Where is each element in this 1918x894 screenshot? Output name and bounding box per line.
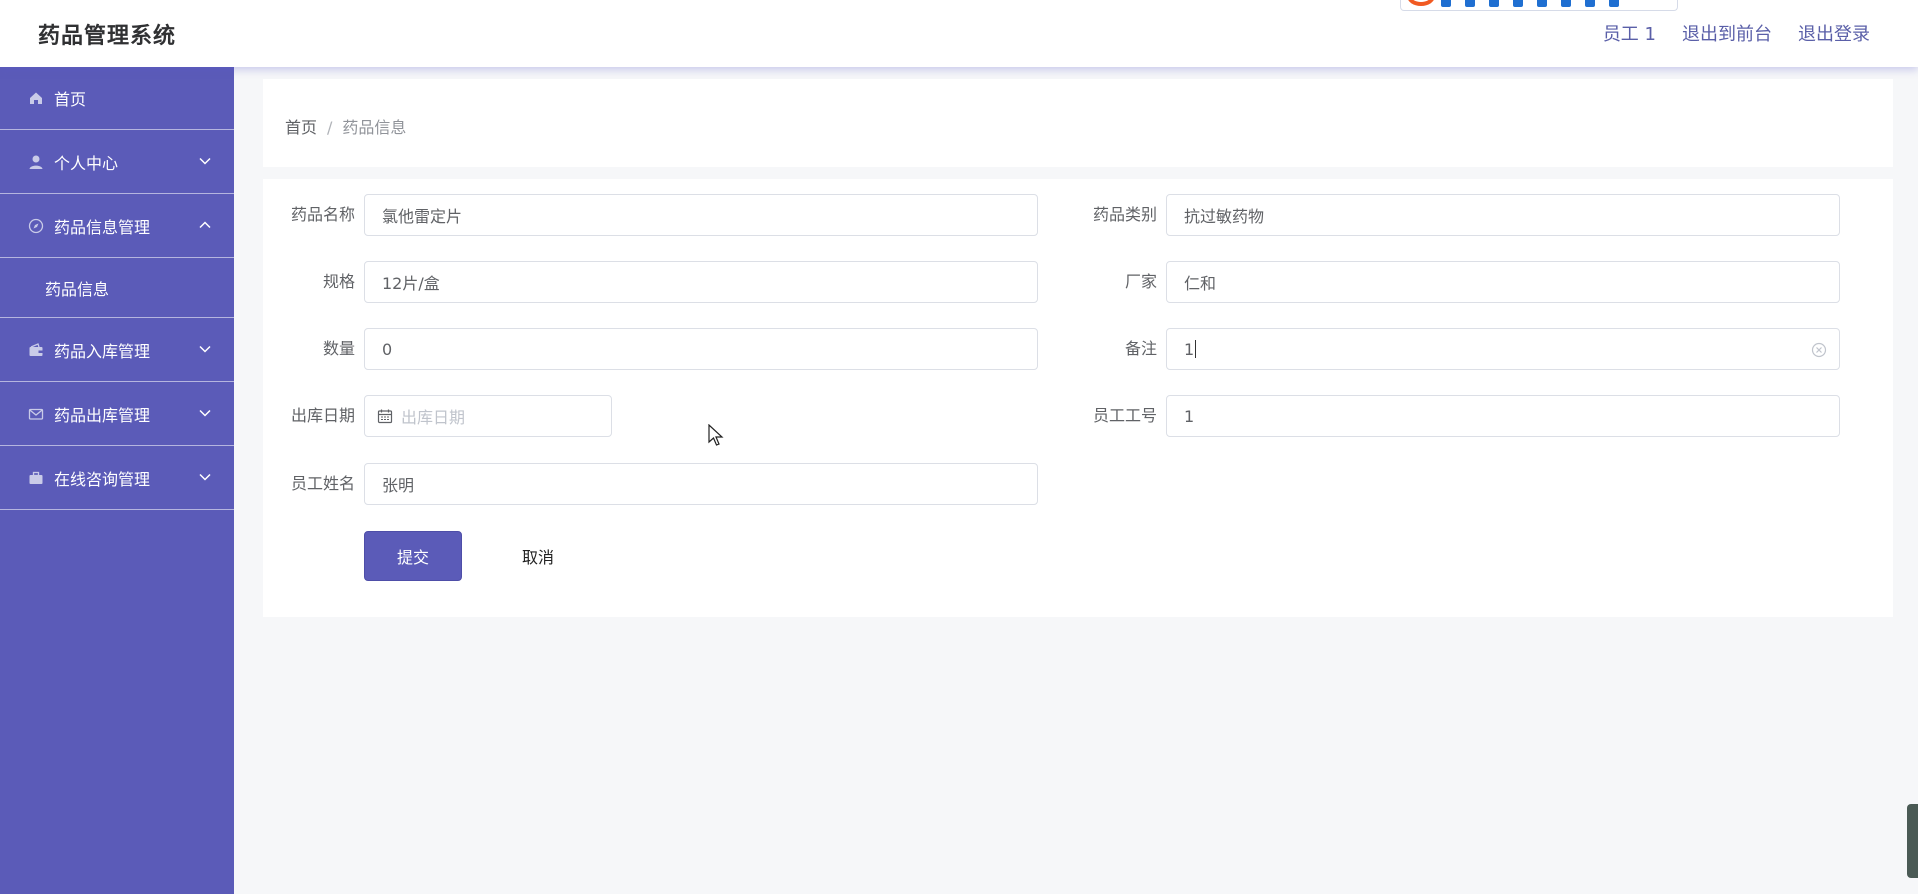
extension-tool-icon[interactable] (1585, 0, 1595, 7)
employee-name-input[interactable]: 张明 (364, 463, 1038, 505)
mail-icon (28, 406, 44, 422)
sidebar-item-drug-info-management[interactable]: 药品信息管理 (0, 194, 234, 258)
drug-name-label: 药品名称 (290, 205, 355, 224)
extension-tool-icon[interactable] (1609, 0, 1619, 7)
submit-button[interactable]: 提交 (364, 531, 462, 581)
sidebar-item-drug-outbound-management[interactable]: 药品出库管理 (0, 382, 234, 446)
calendar-icon (377, 409, 393, 424)
sidebar-item-label: 药品信息管理 (54, 217, 151, 237)
compass-icon (28, 218, 44, 234)
user-icon (28, 154, 44, 170)
drug-category-input[interactable]: 抗过敏药物 (1166, 194, 1840, 236)
extension-tool-icon[interactable] (1513, 0, 1523, 7)
app-title: 药品管理系统 (38, 24, 177, 49)
quantity-value: 0 (382, 339, 393, 359)
employee-name-value: 张明 (382, 476, 415, 495)
breadcrumb-separator: / (327, 118, 333, 137)
spec-label: 规格 (322, 272, 355, 291)
chevron-up-icon (199, 221, 211, 229)
spec-input[interactable]: 12片/盒 (364, 261, 1038, 303)
header-links: 员工 1 退出到前台 退出登录 (1603, 20, 1870, 46)
text-caret (1195, 340, 1197, 358)
employee-no-input[interactable]: 1 (1166, 395, 1840, 437)
sidebar-item-label: 个人中心 (54, 153, 119, 173)
extension-tool-icon[interactable] (1465, 0, 1475, 7)
outbound-date-label: 出库日期 (290, 406, 355, 425)
briefcase-icon (28, 470, 44, 486)
remark-value: 1 (1184, 339, 1195, 359)
sidebar-item-label: 首页 (54, 90, 87, 109)
user-label[interactable]: 员工 1 (1603, 20, 1656, 46)
spec-value: 12片/盒 (382, 274, 440, 293)
remark-label: 备注 (1124, 339, 1157, 358)
sidebar-item-home[interactable]: 首页 (0, 67, 234, 130)
breadcrumb: 首页 / 药品信息 (285, 114, 406, 138)
breadcrumb-home-link[interactable]: 首页 (285, 118, 317, 137)
floating-side-widget[interactable] (1907, 804, 1918, 878)
extension-logo-icon[interactable] (1407, 0, 1435, 6)
drug-form: 药品名称 氯他雷定片 药品类别 抗过敏药物 规格 12片/盒 厂家 仁和 数量 … (263, 179, 1893, 617)
sidebar: 首页 个人中心 药品信息管理 药品信息 药品入库管理 药品出库管理 在线咨询管理 (0, 67, 234, 894)
breadcrumb-current: 药品信息 (342, 118, 407, 137)
mouse-cursor-icon (708, 424, 724, 446)
extension-tool-icon[interactable] (1441, 0, 1451, 7)
drug-category-label: 药品类别 (1092, 205, 1157, 224)
remark-input[interactable]: 1 (1166, 328, 1840, 370)
chevron-down-icon (199, 473, 211, 481)
manufacturer-value: 仁和 (1184, 274, 1217, 293)
breadcrumb-card: 首页 / 药品信息 (263, 79, 1893, 167)
main-content: 首页 / 药品信息 药品名称 氯他雷定片 药品类别 抗过敏药物 规格 12片/盒 厂… (234, 67, 1918, 894)
quantity-label: 数量 (322, 339, 355, 358)
chevron-down-icon (199, 345, 211, 353)
sidebar-item-label: 在线咨询管理 (54, 469, 151, 489)
drug-name-value: 氯他雷定片 (382, 207, 463, 226)
manufacturer-input[interactable]: 仁和 (1166, 261, 1840, 303)
chevron-down-icon (199, 409, 211, 417)
sidebar-subitem-drug-info[interactable]: 药品信息 (0, 258, 234, 318)
extension-tool-icon[interactable] (1489, 0, 1499, 7)
sidebar-item-personal-center[interactable]: 个人中心 (0, 130, 234, 194)
sidebar-item-label: 药品出库管理 (54, 405, 151, 425)
extension-tool-icon[interactable] (1561, 0, 1571, 7)
manufacturer-label: 厂家 (1124, 272, 1157, 291)
back-to-front-link[interactable]: 退出到前台 (1682, 20, 1772, 46)
wallet-icon (28, 342, 44, 358)
drug-name-input[interactable]: 氯他雷定片 (364, 194, 1038, 236)
browser-extension-toolbar (1400, 0, 1678, 11)
extension-tool-icon[interactable] (1537, 0, 1547, 7)
sidebar-subitem-label: 药品信息 (45, 279, 110, 299)
clear-icon[interactable] (1811, 342, 1827, 358)
quantity-input[interactable]: 0 (364, 328, 1038, 370)
drug-category-value: 抗过敏药物 (1184, 207, 1265, 226)
outbound-date-placeholder: 出库日期 (401, 408, 466, 427)
sidebar-item-online-consultation-management[interactable]: 在线咨询管理 (0, 446, 234, 510)
sidebar-item-label: 药品入库管理 (54, 341, 151, 361)
employee-name-label: 员工姓名 (290, 474, 355, 493)
outbound-date-picker[interactable]: 出库日期 (364, 395, 612, 437)
employee-no-value: 1 (1184, 406, 1195, 426)
cancel-button[interactable]: 取消 (509, 531, 567, 581)
employee-no-label: 员工工号 (1092, 406, 1157, 425)
sidebar-item-drug-inbound-management[interactable]: 药品入库管理 (0, 318, 234, 382)
home-icon (28, 90, 44, 106)
chevron-down-icon (199, 157, 211, 165)
logout-link[interactable]: 退出登录 (1798, 20, 1870, 46)
